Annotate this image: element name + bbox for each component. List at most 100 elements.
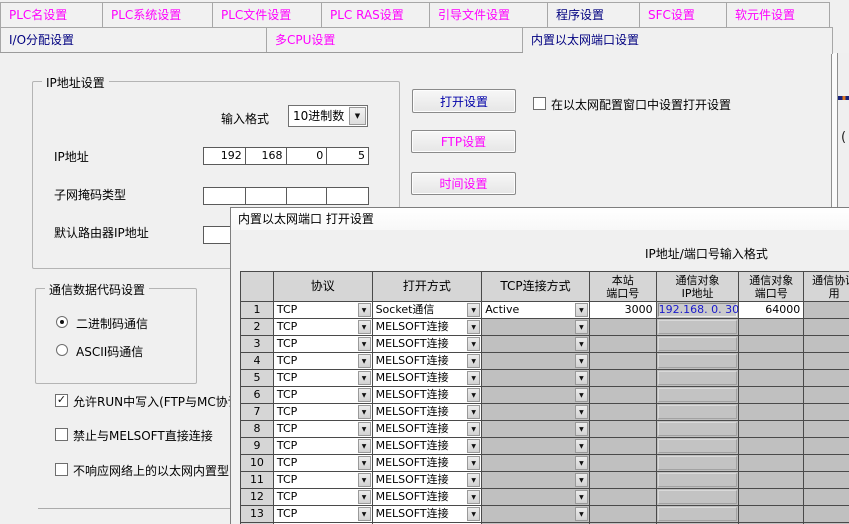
host-port-cell[interactable]: [590, 404, 657, 421]
target-port-cell[interactable]: [739, 455, 804, 472]
chevron-down-icon[interactable]: ▼: [358, 422, 371, 436]
target-port-cell[interactable]: [739, 472, 804, 489]
tcp-mode-dropdown[interactable]: ▼: [482, 336, 590, 353]
target-ip-cell[interactable]: [657, 472, 740, 489]
tcp-mode-dropdown[interactable]: ▼: [482, 370, 590, 387]
target-ip-cell[interactable]: [657, 353, 740, 370]
tab-sfc[interactable]: SFC设置: [640, 2, 727, 27]
input-format-dropdown[interactable]: 10进制数 ▼: [288, 105, 368, 127]
protocol-dropdown[interactable]: TCP▼: [274, 387, 373, 404]
target-ip-cell[interactable]: [657, 319, 740, 336]
open-method-dropdown[interactable]: MELSOFT连接▼: [373, 404, 483, 421]
ip-octet-1[interactable]: 192: [204, 148, 245, 164]
chevron-down-icon[interactable]: ▼: [575, 320, 588, 334]
tcp-mode-dropdown[interactable]: ▼: [482, 472, 590, 489]
protocol-dropdown[interactable]: TCP▼: [274, 421, 373, 438]
chevron-down-icon[interactable]: ▼: [575, 303, 588, 317]
target-ip-cell[interactable]: 192.168. 0. 30: [657, 302, 740, 319]
ascii-code-radio[interactable]: [56, 344, 68, 356]
chevron-down-icon[interactable]: ▼: [575, 371, 588, 385]
host-port-cell[interactable]: [590, 370, 657, 387]
target-ip-cell[interactable]: [657, 336, 740, 353]
chevron-down-icon[interactable]: ▼: [358, 371, 371, 385]
protocol-dropdown[interactable]: TCP▼: [274, 506, 373, 523]
chevron-down-icon[interactable]: ▼: [467, 388, 480, 402]
open-method-dropdown[interactable]: Socket通信▼: [373, 302, 483, 319]
chevron-down-icon[interactable]: ▼: [358, 473, 371, 487]
tcp-mode-dropdown[interactable]: ▼: [482, 387, 590, 404]
host-port-cell[interactable]: [590, 421, 657, 438]
tab-plc-file[interactable]: PLC文件设置: [213, 2, 322, 27]
open-method-dropdown[interactable]: MELSOFT连接▼: [373, 438, 483, 455]
chevron-down-icon[interactable]: ▼: [358, 354, 371, 368]
subnet-octet-2[interactable]: [245, 188, 286, 204]
chevron-down-icon[interactable]: ▼: [467, 303, 480, 317]
protocol-dropdown[interactable]: TCP▼: [274, 489, 373, 506]
open-method-dropdown[interactable]: MELSOFT连接▼: [373, 472, 483, 489]
chevron-down-icon[interactable]: ▼: [358, 456, 371, 470]
protocol-dropdown[interactable]: TCP▼: [274, 455, 373, 472]
chevron-down-icon[interactable]: ▼: [358, 388, 371, 402]
target-port-cell[interactable]: [739, 489, 804, 506]
chevron-down-icon[interactable]: ▼: [358, 490, 371, 504]
host-port-cell[interactable]: [590, 489, 657, 506]
target-port-cell[interactable]: [739, 421, 804, 438]
chevron-down-icon[interactable]: ▼: [575, 439, 588, 453]
tab-multi-cpu[interactable]: 多CPU设置: [267, 27, 523, 52]
protocol-dropdown[interactable]: TCP▼: [274, 370, 373, 387]
chevron-down-icon[interactable]: ▼: [467, 405, 480, 419]
protocol-dropdown[interactable]: TCP▼: [274, 302, 373, 319]
tcp-mode-dropdown[interactable]: ▼: [482, 506, 590, 523]
target-ip-cell[interactable]: [657, 404, 740, 421]
chevron-down-icon[interactable]: ▼: [467, 507, 480, 521]
tab-io-assignment[interactable]: I/O分配设置: [0, 27, 267, 52]
dialog-titlebar[interactable]: 内置以太网端口 打开设置: [231, 208, 849, 230]
host-port-cell[interactable]: [590, 336, 657, 353]
chevron-down-icon[interactable]: ▼: [349, 107, 366, 125]
allow-run-write-checkbox[interactable]: [55, 394, 68, 407]
open-settings-button[interactable]: 打开设置: [412, 89, 516, 113]
chevron-down-icon[interactable]: ▼: [467, 354, 480, 368]
tab-plc-system[interactable]: PLC系统设置: [103, 2, 213, 27]
open-method-dropdown[interactable]: MELSOFT连接▼: [373, 455, 483, 472]
subnet-octet-3[interactable]: [286, 188, 327, 204]
chevron-down-icon[interactable]: ▼: [575, 405, 588, 419]
open-method-dropdown[interactable]: MELSOFT连接▼: [373, 319, 483, 336]
target-port-cell[interactable]: [739, 387, 804, 404]
open-method-dropdown[interactable]: MELSOFT连接▼: [373, 489, 483, 506]
chevron-down-icon[interactable]: ▼: [575, 490, 588, 504]
tab-plc-name[interactable]: PLC名设置: [0, 2, 103, 27]
ftp-settings-button[interactable]: FTP设置: [411, 130, 516, 153]
subnet-octet-4[interactable]: [326, 188, 368, 204]
chevron-down-icon[interactable]: ▼: [467, 337, 480, 351]
open-method-dropdown[interactable]: MELSOFT连接▼: [373, 336, 483, 353]
chevron-down-icon[interactable]: ▼: [467, 473, 480, 487]
target-port-cell[interactable]: 64000: [739, 302, 804, 319]
protocol-dropdown[interactable]: TCP▼: [274, 472, 373, 489]
host-port-cell[interactable]: [590, 319, 657, 336]
target-ip-cell[interactable]: [657, 438, 740, 455]
open-method-dropdown[interactable]: MELSOFT连接▼: [373, 506, 483, 523]
protocol-dropdown[interactable]: TCP▼: [274, 404, 373, 421]
open-method-dropdown[interactable]: MELSOFT连接▼: [373, 421, 483, 438]
chevron-down-icon[interactable]: ▼: [467, 456, 480, 470]
protocol-dropdown[interactable]: TCP▼: [274, 319, 373, 336]
tcp-mode-dropdown[interactable]: ▼: [482, 319, 590, 336]
tcp-mode-dropdown[interactable]: ▼: [482, 421, 590, 438]
chevron-down-icon[interactable]: ▼: [467, 490, 480, 504]
ip-octet-2[interactable]: 168: [245, 148, 286, 164]
open-in-config-window-checkbox[interactable]: [533, 97, 546, 110]
chevron-down-icon[interactable]: ▼: [575, 337, 588, 351]
target-ip-cell[interactable]: [657, 370, 740, 387]
protocol-dropdown[interactable]: TCP▼: [274, 336, 373, 353]
tab-program[interactable]: 程序设置: [548, 2, 640, 27]
chevron-down-icon[interactable]: ▼: [575, 456, 588, 470]
target-ip-cell[interactable]: [657, 506, 740, 523]
open-method-dropdown[interactable]: MELSOFT连接▼: [373, 370, 483, 387]
tcp-mode-dropdown[interactable]: ▼: [482, 438, 590, 455]
chevron-down-icon[interactable]: ▼: [575, 388, 588, 402]
tcp-mode-dropdown[interactable]: ▼: [482, 404, 590, 421]
chevron-down-icon[interactable]: ▼: [467, 422, 480, 436]
tab-boot-file[interactable]: 引导文件设置: [430, 2, 548, 27]
tcp-mode-dropdown[interactable]: ▼: [482, 353, 590, 370]
